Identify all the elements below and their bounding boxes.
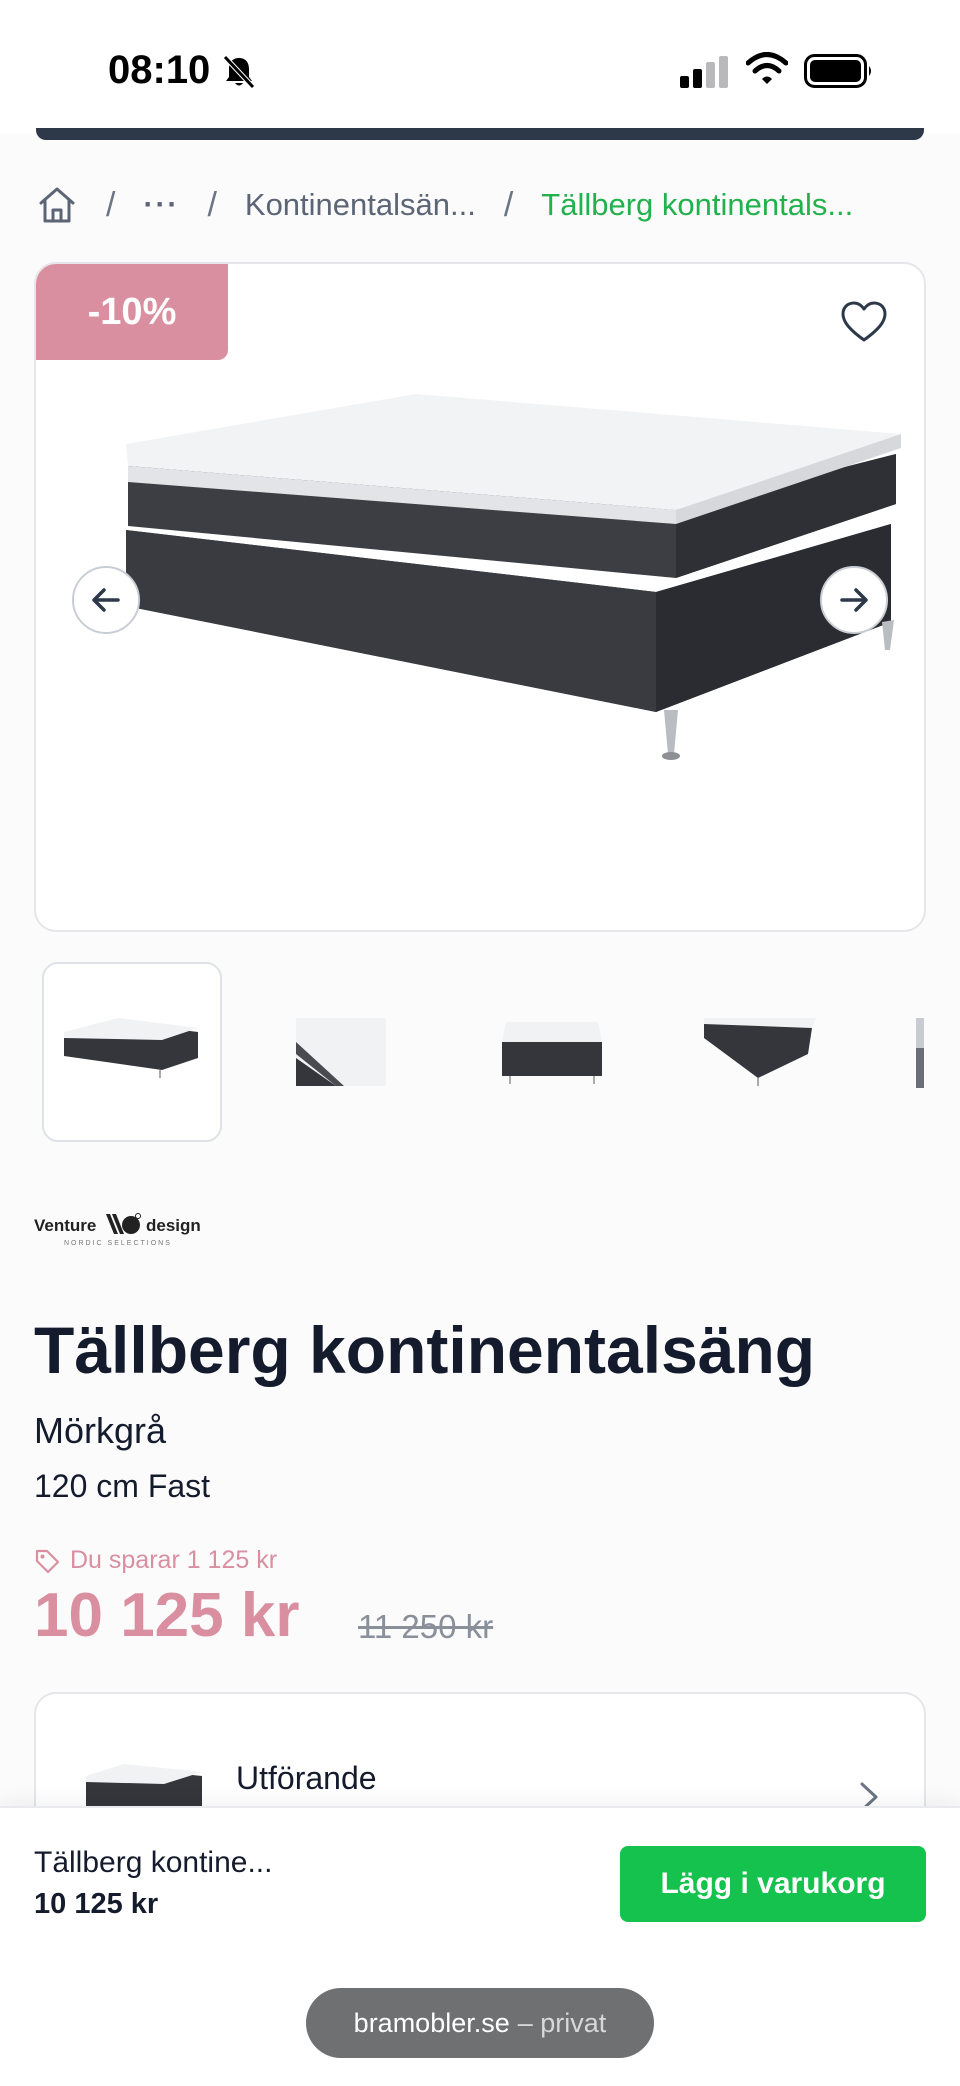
thumbnail-2[interactable]: [250, 962, 430, 1142]
breadcrumb-category[interactable]: Kontinentalsän...: [245, 187, 476, 223]
product-variant: 120 cm Fast: [34, 1468, 211, 1504]
heart-outline-icon[interactable]: [840, 300, 888, 344]
thumbnail-image: [916, 1018, 924, 1088]
product-image: [126, 394, 901, 760]
cellular-signal-icon: [680, 56, 728, 88]
current-price: 10 125 kr: [34, 1581, 300, 1650]
brand-name-left: Venture: [34, 1216, 97, 1235]
sticky-cart-bar: Tällberg kontine... 10 125 kr Lägg i var…: [0, 1806, 960, 2086]
breadcrumb-current: Tällberg kontinentals...: [541, 187, 854, 222]
browser-url-pill[interactable]: bramobler.se – privat: [306, 1988, 654, 2058]
brand-logo[interactable]: Venture design NORDIC SELECTIONS: [34, 1210, 204, 1254]
url-domain: bramobler.se: [353, 2007, 510, 2038]
brand-name-right: design: [146, 1216, 201, 1235]
product-color: Mörkgrå: [34, 1410, 167, 1451]
price-tag-icon: [35, 1549, 60, 1573]
thumbnail-image: [296, 1018, 386, 1086]
thumbnail-strip: [40, 962, 940, 1142]
thumbnail-1[interactable]: [42, 962, 222, 1142]
home-icon[interactable]: [36, 184, 78, 226]
status-bar: 08:10: [0, 0, 960, 134]
breadcrumb-more[interactable]: ···: [143, 188, 179, 222]
thumbnail-4[interactable]: [668, 962, 848, 1142]
breadcrumb-separator: /: [207, 185, 217, 224]
sticky-product-name: Tällberg kontine...: [34, 1846, 273, 1879]
product-image-gallery[interactable]: -10%: [34, 262, 926, 932]
brand-mark-icon: [106, 1213, 141, 1234]
previous-image-button[interactable]: [72, 566, 140, 634]
brand-tagline: NORDIC SELECTIONS: [64, 1240, 172, 1247]
original-price: 11 250 kr: [358, 1608, 494, 1645]
thumbnail-image: [704, 1018, 816, 1086]
add-to-cart-button[interactable]: Lägg i varukorg: [620, 1846, 926, 1922]
url-mode: – privat: [517, 2007, 607, 2038]
bell-slash-icon: [223, 55, 255, 89]
arrow-left-icon: [92, 588, 120, 612]
thumbnail-image: [502, 1022, 602, 1084]
status-time: 08:10: [108, 48, 211, 92]
product-title: Tällberg kontinentalsäng: [34, 1313, 816, 1387]
battery-icon: [804, 54, 871, 88]
savings-note: Du sparar 1 125 kr: [34, 1546, 277, 1575]
breadcrumb: / ··· / Kontinentalsän... / Tällberg kon…: [36, 178, 936, 232]
sticky-product-price: 10 125 kr: [34, 1888, 159, 1920]
breadcrumb-separator: /: [106, 185, 116, 224]
discount-badge: -10%: [36, 264, 228, 360]
thumbnail-3[interactable]: [460, 962, 640, 1142]
arrow-right-icon: [840, 588, 868, 612]
savings-text: Du sparar 1 125 kr: [70, 1546, 278, 1574]
variant-label: Utförande: [236, 1760, 377, 1796]
header-strip: [36, 128, 924, 140]
next-image-button[interactable]: [820, 566, 888, 634]
breadcrumb-separator: /: [503, 185, 514, 224]
thumbnail-5[interactable]: [878, 962, 938, 1142]
thumbnail-image: [64, 1018, 198, 1078]
wifi-icon: [746, 52, 788, 84]
